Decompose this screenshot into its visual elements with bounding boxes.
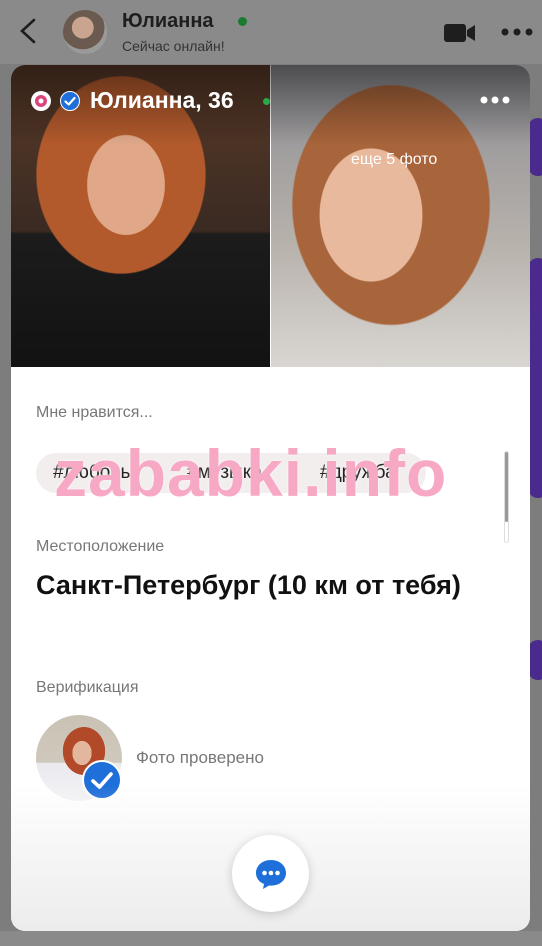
likes-label: Мне нравится... — [36, 404, 153, 421]
start-chat-button[interactable] — [232, 835, 309, 912]
profile-more-icon[interactable] — [479, 94, 511, 106]
location-label: Местоположение — [36, 538, 165, 555]
video-call-icon[interactable] — [444, 22, 476, 44]
bottom-strip — [0, 931, 542, 946]
verification-status: Фото проверено — [136, 748, 264, 767]
scrollbar-thumb[interactable] — [505, 452, 508, 522]
online-indicator — [238, 17, 247, 26]
background-message-bubble — [528, 640, 542, 680]
background-message-bubble — [528, 258, 542, 498]
back-arrow-icon[interactable] — [14, 16, 44, 46]
profile-name-age: Юлианна, 36 — [90, 87, 234, 113]
chat-contact-name: Юлианна — [122, 10, 214, 32]
photo-shade — [11, 65, 530, 145]
verification-label: Верификация — [36, 679, 139, 696]
chat-header: Юлианна Сейчас онлайн! — [0, 0, 542, 64]
chat-avatar[interactable] — [63, 10, 107, 54]
profile-photos[interactable]: Юлианна, 36 еще 5 фото — [11, 65, 530, 367]
more-photos-link[interactable]: еще 5 фото — [351, 151, 437, 169]
tags-scrollbar[interactable] — [504, 451, 509, 543]
verified-badge-icon — [60, 91, 80, 111]
watermark-text: zababki.info — [54, 436, 448, 510]
more-options-icon[interactable] — [500, 25, 534, 39]
background-message-bubble — [528, 118, 542, 176]
love-badge-icon — [31, 91, 51, 111]
profile-online-indicator — [263, 98, 270, 105]
chat-bubble-icon — [255, 859, 286, 889]
chat-contact-status: Сейчас онлайн! — [122, 38, 225, 54]
location-value: Санкт-Петербург (10 км от тебя) — [36, 570, 461, 600]
